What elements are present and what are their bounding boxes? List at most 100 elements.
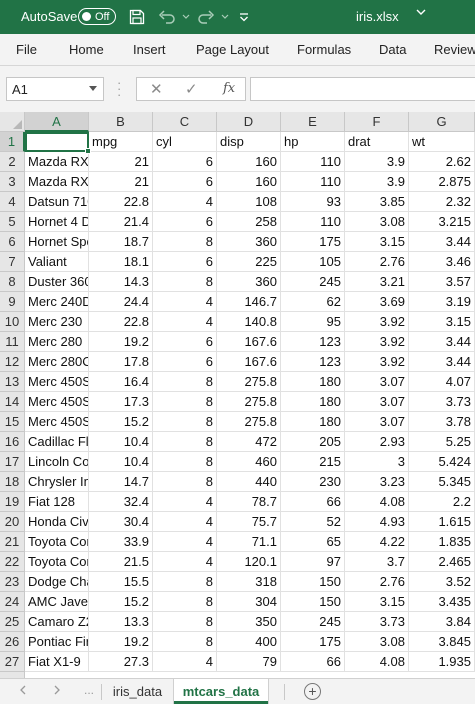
- data-cell[interactable]: 440: [217, 472, 281, 492]
- row-header[interactable]: 10: [0, 312, 25, 332]
- data-cell[interactable]: 3.69: [345, 292, 409, 312]
- column-header-b[interactable]: B: [89, 112, 153, 132]
- data-cell[interactable]: 400: [217, 632, 281, 652]
- data-cell[interactable]: 8: [153, 432, 217, 452]
- enter-icon[interactable]: ✓: [185, 80, 198, 98]
- data-cell[interactable]: 8: [153, 572, 217, 592]
- data-cell[interactable]: 3.21: [345, 272, 409, 292]
- insert-function-icon[interactable]: fx: [223, 81, 235, 96]
- data-cell[interactable]: 8: [153, 612, 217, 632]
- data-cell[interactable]: 4: [153, 652, 217, 672]
- data-cell[interactable]: Hornet 4 Drive: [25, 212, 89, 232]
- data-cell[interactable]: 3.07: [345, 372, 409, 392]
- data-cell[interactable]: 15.2: [89, 412, 153, 432]
- previous-sheet-icon[interactable]: [20, 685, 26, 698]
- data-cell[interactable]: 22.8: [89, 192, 153, 212]
- row-header[interactable]: 22: [0, 552, 25, 572]
- data-cell[interactable]: Merc 450SL: [25, 392, 89, 412]
- data-cell[interactable]: 21: [89, 152, 153, 172]
- data-cell[interactable]: 17.8: [89, 352, 153, 372]
- data-cell[interactable]: Mazda RX4: [25, 152, 89, 172]
- data-cell[interactable]: 304: [217, 592, 281, 612]
- data-cell[interactable]: 258: [217, 212, 281, 232]
- save-icon[interactable]: [127, 7, 147, 27]
- data-cell[interactable]: 175: [281, 632, 345, 652]
- data-cell[interactable]: 2.32: [409, 192, 475, 212]
- data-cell[interactable]: 27.3: [89, 652, 153, 672]
- undo-dropdown-icon[interactable]: [176, 7, 196, 27]
- data-cell[interactable]: 21: [89, 172, 153, 192]
- data-cell[interactable]: 93: [281, 192, 345, 212]
- data-cell[interactable]: 225: [217, 252, 281, 272]
- data-cell[interactable]: AMC Javelin: [25, 592, 89, 612]
- data-cell[interactable]: 3.44: [409, 352, 475, 372]
- data-cell[interactable]: 78.7: [217, 492, 281, 512]
- column-header-f[interactable]: F: [345, 112, 409, 132]
- data-cell[interactable]: 275.8: [217, 392, 281, 412]
- more-sheets-left-icon[interactable]: ...: [84, 683, 94, 697]
- data-cell[interactable]: 3.435: [409, 592, 475, 612]
- data-cell[interactable]: 3.78: [409, 412, 475, 432]
- data-cell[interactable]: 3.57: [409, 272, 475, 292]
- data-cell[interactable]: 5.25: [409, 432, 475, 452]
- name-box-dropdown-icon[interactable]: [89, 86, 97, 91]
- data-cell[interactable]: 3.44: [409, 332, 475, 352]
- header-cell[interactable]: wt: [409, 132, 475, 152]
- row-header[interactable]: 19: [0, 492, 25, 512]
- data-cell[interactable]: 123: [281, 332, 345, 352]
- name-box[interactable]: A1: [6, 77, 104, 101]
- data-cell[interactable]: 3.9: [345, 152, 409, 172]
- data-cell[interactable]: 18.7: [89, 232, 153, 252]
- data-cell[interactable]: 215: [281, 452, 345, 472]
- data-cell[interactable]: 21.5: [89, 552, 153, 572]
- data-cell[interactable]: Honda Civic: [25, 512, 89, 532]
- data-cell[interactable]: 19.2: [89, 332, 153, 352]
- row-header[interactable]: 13: [0, 372, 25, 392]
- data-cell[interactable]: 2.76: [345, 252, 409, 272]
- row-header[interactable]: 20: [0, 512, 25, 532]
- data-cell[interactable]: 3.08: [345, 212, 409, 232]
- data-cell[interactable]: 6: [153, 332, 217, 352]
- data-cell[interactable]: Lincoln Continental: [25, 452, 89, 472]
- data-cell[interactable]: 15.2: [89, 592, 153, 612]
- data-cell[interactable]: 146.7: [217, 292, 281, 312]
- data-cell[interactable]: 4: [153, 192, 217, 212]
- data-cell[interactable]: 110: [281, 152, 345, 172]
- data-cell[interactable]: 2.465: [409, 552, 475, 572]
- data-cell[interactable]: 1.835: [409, 532, 475, 552]
- tab-review[interactable]: Review: [434, 42, 475, 57]
- row-header[interactable]: 1: [0, 132, 25, 152]
- formula-input[interactable]: [250, 77, 475, 101]
- data-cell[interactable]: 2.2: [409, 492, 475, 512]
- data-cell[interactable]: 110: [281, 212, 345, 232]
- row-header[interactable]: 21: [0, 532, 25, 552]
- data-cell[interactable]: 120.1: [217, 552, 281, 572]
- data-cell[interactable]: 160: [217, 152, 281, 172]
- data-cell[interactable]: 4: [153, 532, 217, 552]
- undo-icon[interactable]: [157, 7, 177, 27]
- data-cell[interactable]: 62: [281, 292, 345, 312]
- data-cell[interactable]: 472: [217, 432, 281, 452]
- row-header[interactable]: 24: [0, 592, 25, 612]
- data-cell[interactable]: 17.3: [89, 392, 153, 412]
- data-cell[interactable]: 6: [153, 152, 217, 172]
- row-header[interactable]: 7: [0, 252, 25, 272]
- customize-quick-access-icon[interactable]: [234, 7, 254, 27]
- redo-icon[interactable]: [196, 7, 216, 27]
- data-cell[interactable]: 4.93: [345, 512, 409, 532]
- data-cell[interactable]: 3.23: [345, 472, 409, 492]
- row-header[interactable]: 12: [0, 352, 25, 372]
- column-header-d[interactable]: D: [217, 112, 281, 132]
- data-cell[interactable]: 230: [281, 472, 345, 492]
- data-cell[interactable]: 15.5: [89, 572, 153, 592]
- data-cell[interactable]: 4.08: [345, 652, 409, 672]
- data-cell[interactable]: 3.19: [409, 292, 475, 312]
- column-header-a[interactable]: A: [25, 112, 89, 132]
- data-cell[interactable]: 6: [153, 352, 217, 372]
- data-cell[interactable]: 5.345: [409, 472, 475, 492]
- data-cell[interactable]: 5.424: [409, 452, 475, 472]
- data-cell[interactable]: 52: [281, 512, 345, 532]
- data-cell[interactable]: 13.3: [89, 612, 153, 632]
- data-cell[interactable]: 275.8: [217, 372, 281, 392]
- row-header[interactable]: 14: [0, 392, 25, 412]
